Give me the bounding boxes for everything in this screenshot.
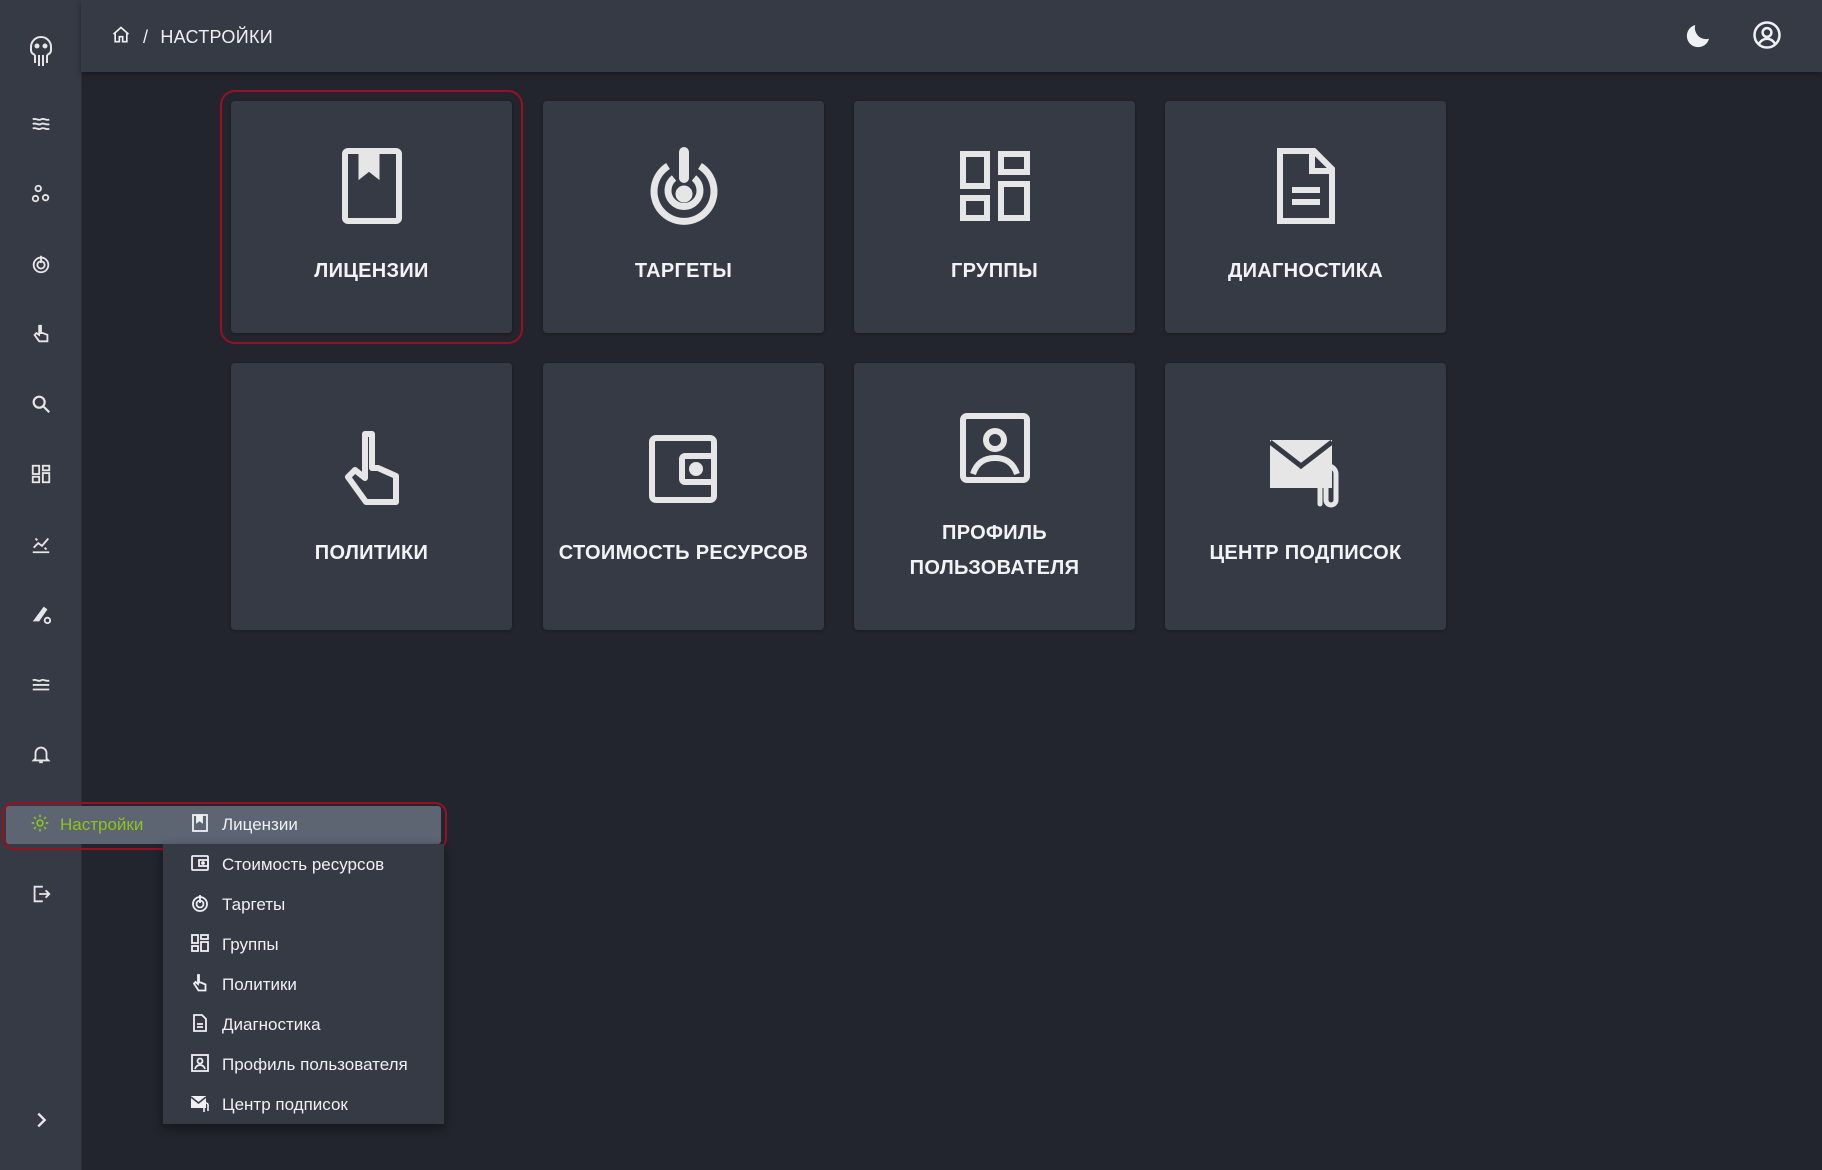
home-icon[interactable] — [111, 25, 131, 50]
chevron-right-icon[interactable] — [0, 1100, 81, 1140]
tile-label: ПОЛИТИКИ — [314, 542, 429, 564]
tile-user-profile[interactable]: ПРОФИЛЬ ПОЛЬЗОВАТЕЛЯ — [854, 363, 1135, 630]
dashboard-icon[interactable] — [0, 454, 81, 494]
submenu-item-licenses[interactable]: Лицензии — [190, 805, 298, 845]
logout-icon[interactable] — [0, 874, 81, 914]
logo-icon[interactable] — [0, 27, 81, 73]
profile-portrait-icon — [190, 1053, 210, 1078]
tile-label: ГРУППЫ — [951, 260, 1038, 282]
target-icon — [190, 893, 210, 918]
profile-portrait-icon — [955, 408, 1035, 488]
submenu-item-targets[interactable]: Таргеты — [190, 885, 285, 925]
submenu-item-user-profile[interactable]: Профиль пользователя — [190, 1045, 408, 1085]
breadcrumb-separator: / — [143, 26, 149, 47]
breadcrumb-current: НАСТРОЙКИ — [160, 26, 273, 47]
submenu-label: Таргеты — [222, 895, 286, 914]
submenu-item-policies[interactable]: Политики — [190, 965, 297, 1005]
license-book-icon — [332, 146, 412, 226]
tile-licenses[interactable]: ЛИЦЕНЗИИ — [220, 90, 523, 344]
pointer-hand-icon[interactable] — [0, 314, 81, 354]
submenu-label: Стоимость ресурсов — [222, 855, 385, 874]
tile-label: ПРОФИЛЬ ПОЛЬЗОВАТЕЛЯ — [909, 522, 1080, 579]
document-icon — [190, 1013, 210, 1038]
stream-icon[interactable] — [0, 664, 81, 704]
bell-icon[interactable] — [0, 734, 81, 774]
tile-resource-cost[interactable]: СТОИМОСТЬ РЕСУРСОВ — [543, 363, 824, 630]
cluster-icon[interactable] — [0, 174, 81, 214]
tile-policies[interactable]: ПОЛИТИКИ — [231, 363, 512, 630]
submenu-label: Профиль пользователя — [222, 1055, 408, 1074]
user-account-icon[interactable] — [1752, 20, 1782, 55]
pointer-hand-icon — [332, 428, 412, 508]
tile-label: ЦЕНТР ПОДПИСОК — [1209, 542, 1402, 564]
chart-icon[interactable] — [0, 524, 81, 564]
tile-targets[interactable]: ТАРГЕТЫ — [543, 101, 824, 333]
document-icon — [1266, 146, 1346, 226]
tile-label: ЛИЦЕНЗИИ — [314, 260, 429, 282]
wallet-icon — [644, 428, 724, 508]
submenu-item-resource-cost[interactable]: Стоимость ресурсов — [190, 845, 384, 885]
tile-label: ДИАГНОСТИКА — [1228, 260, 1383, 282]
breadcrumb: / НАСТРОЙКИ — [111, 24, 273, 50]
submenu-label: Центр подписок — [222, 1095, 348, 1114]
target-icon[interactable] — [0, 244, 81, 284]
dark-mode-toggle-icon[interactable] — [1684, 20, 1714, 55]
mail-attachment-icon — [1266, 428, 1346, 508]
tile-groups[interactable]: ГРУППЫ — [854, 101, 1135, 333]
left-sidebar — [0, 0, 82, 1170]
submenu-label: Политики — [222, 975, 297, 994]
submenu-label: Лицензии — [222, 815, 298, 834]
wallet-icon — [190, 853, 210, 878]
license-book-icon — [190, 813, 210, 838]
groups-grid-icon — [190, 933, 210, 958]
submenu-label: Диагностика — [222, 1015, 321, 1034]
tile-diagnostics[interactable]: ДИАГНОСТИКА — [1165, 101, 1446, 333]
waves-icon[interactable] — [0, 104, 81, 144]
tile-subscription-center[interactable]: ЦЕНТР ПОДПИСОК — [1165, 363, 1446, 630]
top-bar: / НАСТРОЙКИ — [81, 0, 1822, 72]
edit-settings-icon[interactable] — [0, 594, 81, 634]
mail-attachment-icon — [190, 1093, 210, 1118]
submenu-label: Группы — [222, 935, 279, 954]
tile-label: ТАРГЕТЫ — [634, 260, 733, 282]
target-icon — [644, 146, 724, 226]
submenu-item-diagnostics[interactable]: Диагностика — [190, 1005, 321, 1045]
tile-label: СТОИМОСТЬ РЕСУРСОВ — [558, 542, 809, 564]
groups-grid-icon — [955, 146, 1035, 226]
submenu-item-subscription-center[interactable]: Центр подписок — [190, 1085, 348, 1125]
pointer-hand-icon — [190, 973, 210, 998]
submenu-item-groups[interactable]: Группы — [190, 925, 279, 965]
search-icon[interactable] — [0, 384, 81, 424]
